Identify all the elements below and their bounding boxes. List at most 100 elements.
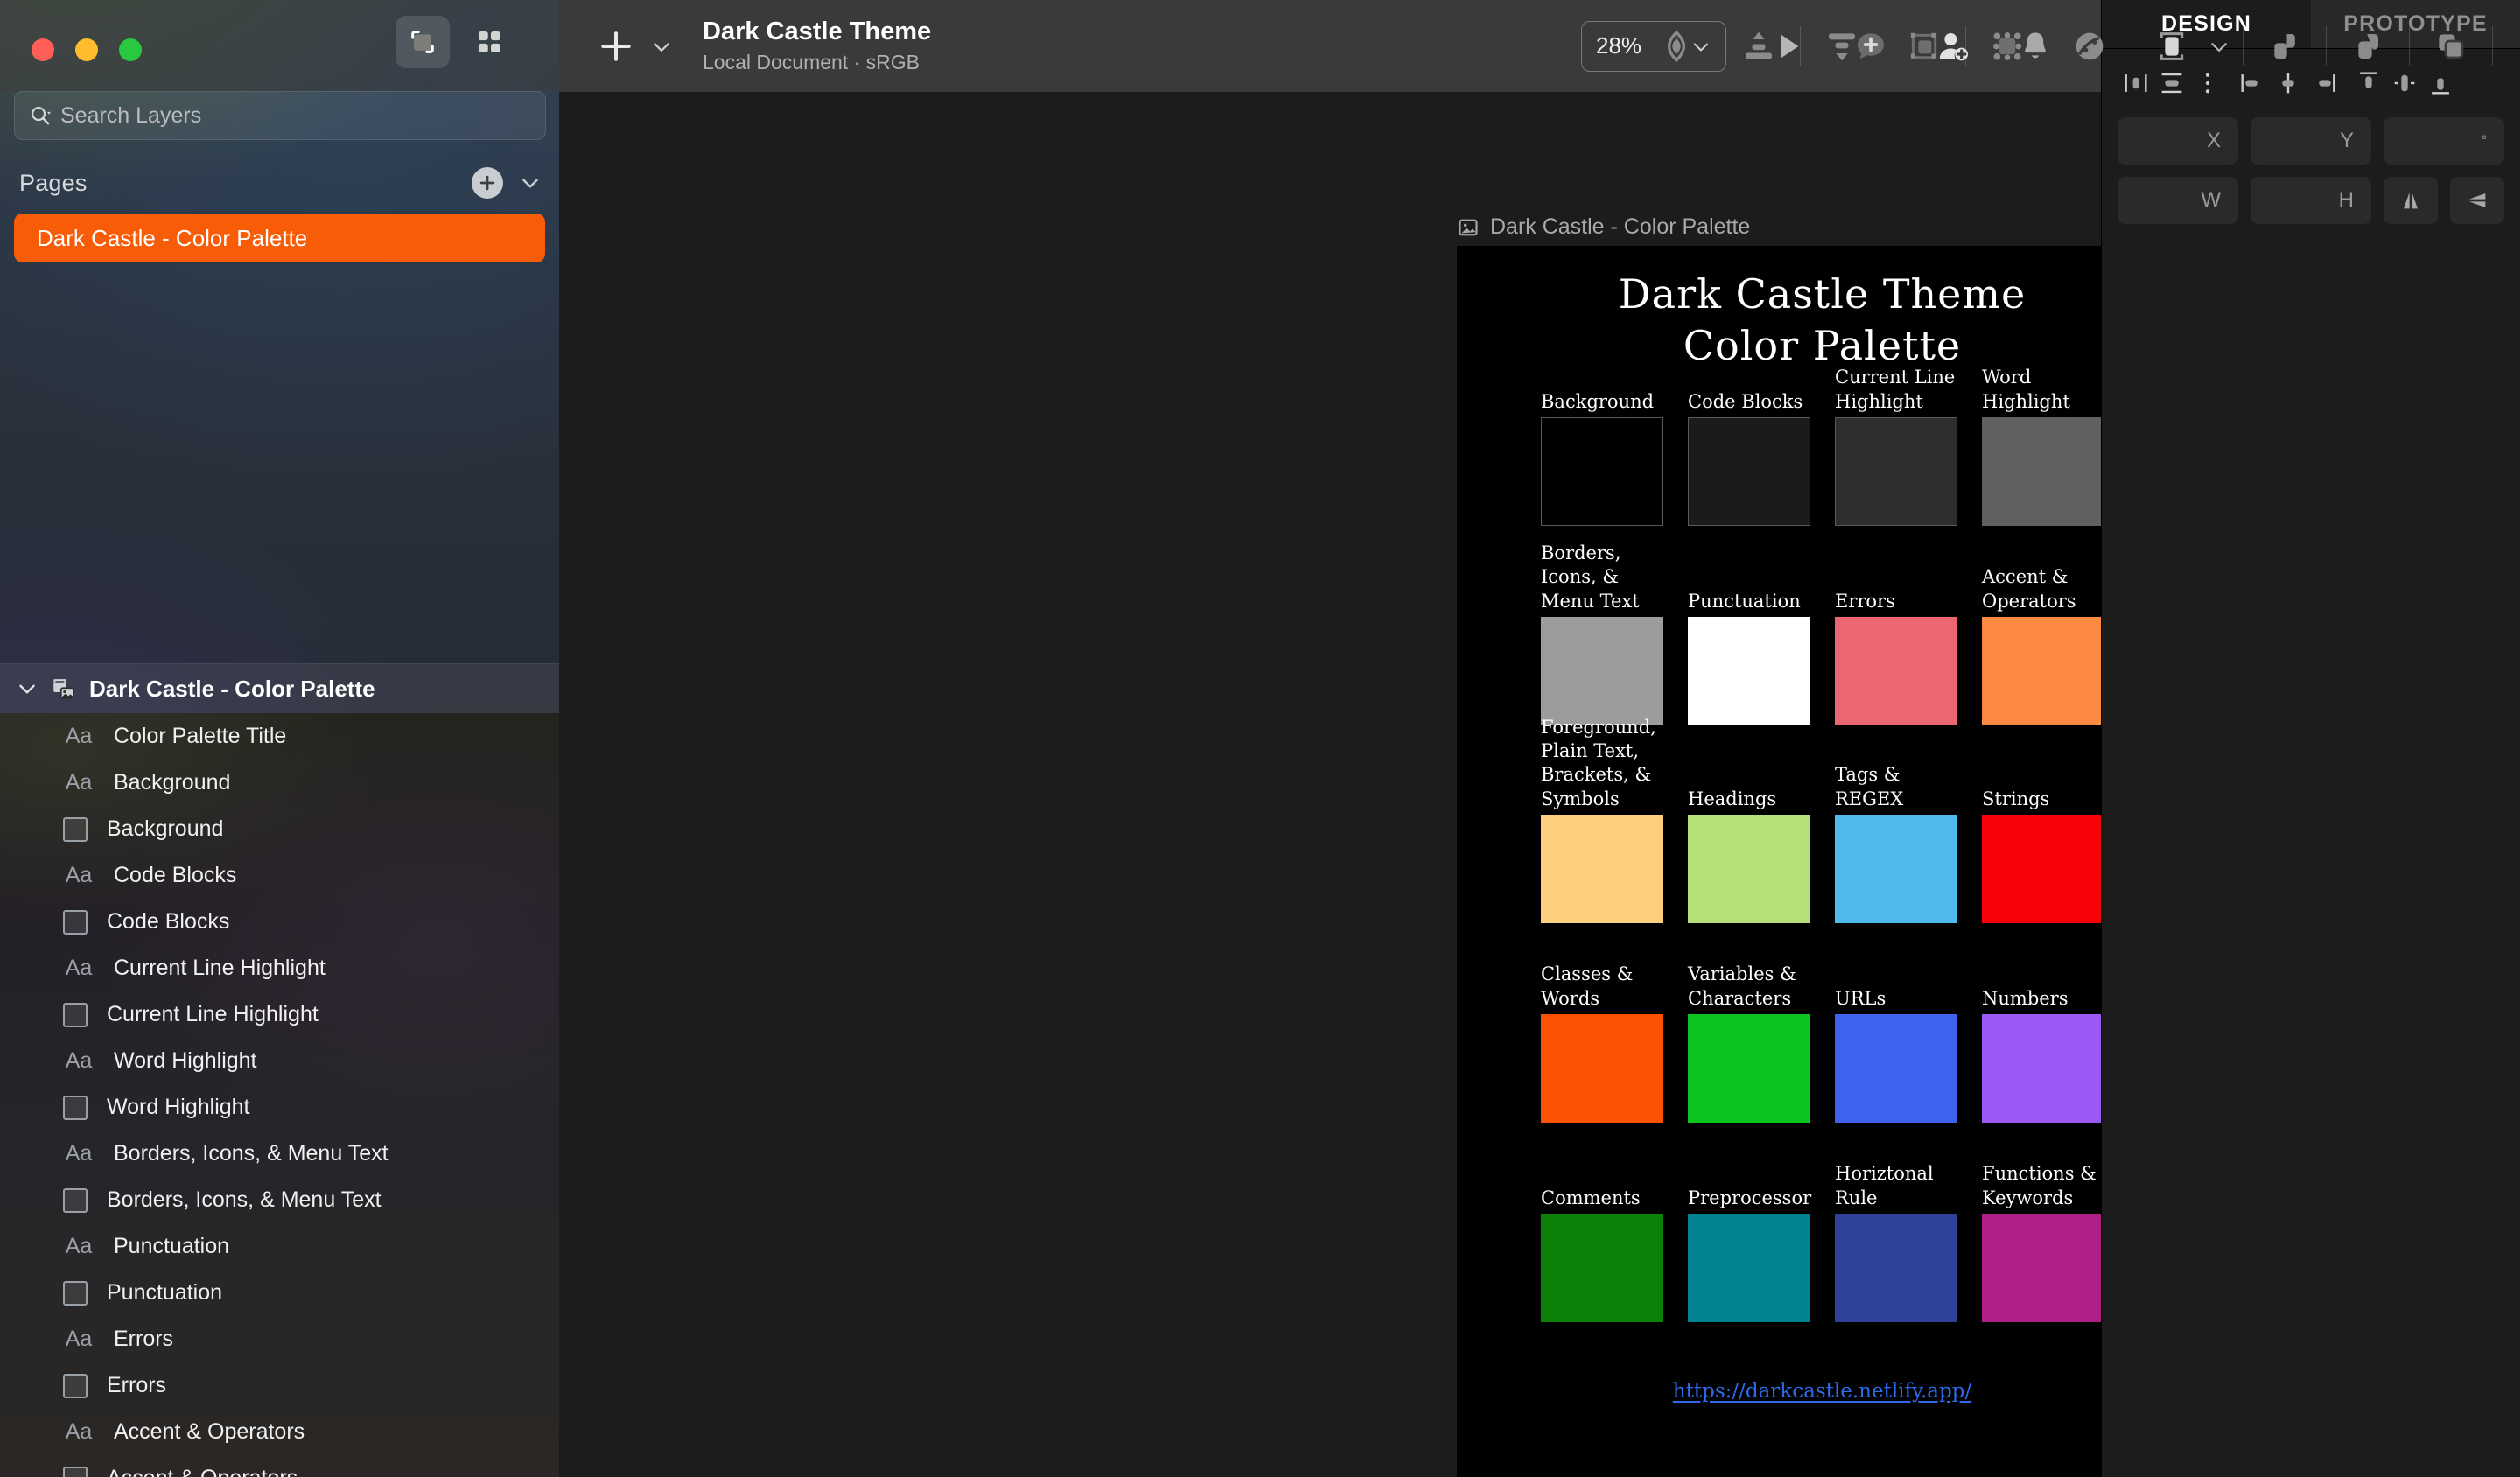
- plus-icon[interactable]: [598, 28, 634, 65]
- search-layers-container[interactable]: [14, 91, 546, 140]
- layer-row[interactable]: Aa Punctuation: [0, 1223, 559, 1270]
- swatch-color-chip[interactable]: [1982, 815, 2101, 923]
- swatch-cell[interactable]: Code Blocks: [1688, 390, 1810, 526]
- swatch-cell[interactable]: URLs: [1835, 987, 1957, 1123]
- layer-row[interactable]: Aa Accent & Operators: [0, 1409, 559, 1455]
- swatch-cell[interactable]: Headings: [1688, 788, 1810, 923]
- swatch-cell[interactable]: Numbers: [1982, 987, 2101, 1123]
- layer-row[interactable]: Aa Borders, Icons, & Menu Text: [0, 1130, 559, 1177]
- swatch-cell[interactable]: Background: [1541, 390, 1663, 526]
- swatch-color-chip[interactable]: [1982, 1214, 2101, 1322]
- zoom-window-button[interactable]: [119, 38, 142, 61]
- zoom-selector[interactable]: 28%: [1581, 20, 1726, 72]
- swatch-cell[interactable]: Word Highlight: [1982, 366, 2101, 526]
- swatch-color-chip[interactable]: [1688, 417, 1810, 526]
- swatch-cell[interactable]: Punctuation: [1688, 590, 1810, 725]
- layer-row[interactable]: Aa Background: [0, 760, 559, 806]
- rotation-field[interactable]: °: [2384, 117, 2504, 164]
- swatch-color-chip[interactable]: [1982, 417, 2101, 526]
- height-field[interactable]: H: [2250, 177, 2371, 224]
- chevron-down-icon[interactable]: [2208, 35, 2230, 58]
- grid-view-button[interactable]: [462, 16, 516, 68]
- artboard[interactable]: Dark Castle Theme Color Palette Backgrou…: [1457, 246, 2101, 1477]
- swatch-cell[interactable]: Borders, Icons, & Menu Text: [1541, 542, 1663, 725]
- layers-root-row[interactable]: Dark Castle - Color Palette: [0, 664, 559, 713]
- swatch-color-chip[interactable]: [1835, 617, 1957, 725]
- layer-row[interactable]: Errors: [0, 1362, 559, 1409]
- flip-vertical-button[interactable]: [2450, 177, 2504, 224]
- swatch-color-chip[interactable]: [1835, 417, 1957, 526]
- layer-row[interactable]: Background: [0, 806, 559, 852]
- swatch-color-chip[interactable]: [1835, 1014, 1957, 1123]
- make-symbol-button[interactable]: [2145, 19, 2199, 74]
- layer-row[interactable]: Word Highlight: [0, 1084, 559, 1130]
- preview-button[interactable]: [1761, 19, 1816, 74]
- swatch-cell[interactable]: Horiztonal Rule: [1835, 1162, 1957, 1322]
- layer-row[interactable]: Aa Current Line Highlight: [0, 945, 559, 991]
- swatch-cell[interactable]: Comments: [1541, 1186, 1663, 1322]
- minimize-window-button[interactable]: [75, 38, 98, 61]
- sidebar-view-toggle[interactable]: [396, 16, 516, 68]
- swatch-color-chip[interactable]: [1541, 1214, 1663, 1322]
- chevron-down-icon[interactable]: [519, 172, 542, 194]
- width-field[interactable]: W: [2118, 177, 2238, 224]
- close-window-button[interactable]: [32, 38, 54, 61]
- canvas[interactable]: Dark Castle - Color Palette Dark Castle …: [559, 92, 2101, 1477]
- ungroup-button[interactable]: [2424, 19, 2478, 74]
- swatch-color-chip[interactable]: [1688, 815, 1810, 923]
- mask-button[interactable]: [2258, 19, 2312, 74]
- chevron-down-icon[interactable]: [650, 35, 673, 58]
- layer-row[interactable]: Borders, Icons, & Menu Text: [0, 1177, 559, 1223]
- layer-row[interactable]: Aa Word Highlight: [0, 1038, 559, 1084]
- search-box[interactable]: [14, 91, 546, 140]
- layer-row[interactable]: Code Blocks: [0, 899, 559, 945]
- page-item-dark-castle-color-palette[interactable]: Dark Castle - Color Palette: [14, 214, 545, 262]
- swatch-color-chip[interactable]: [1541, 1014, 1663, 1123]
- swatch-cell[interactable]: Variables & Characters: [1688, 962, 1810, 1123]
- layer-row[interactable]: Aa Color Palette Title: [0, 713, 559, 760]
- swatch-color-chip[interactable]: [1835, 815, 1957, 923]
- document-title-group[interactable]: Dark Castle Theme Local Document · sRGB: [703, 18, 931, 74]
- artboard-name-label[interactable]: Dark Castle - Color Palette: [1457, 214, 1750, 240]
- swatch-cell[interactable]: Classes & Words: [1541, 962, 1663, 1123]
- chevron-down-icon[interactable]: [16, 677, 38, 700]
- layer-row[interactable]: Aa Errors: [0, 1316, 559, 1362]
- search-input[interactable]: [60, 102, 531, 129]
- swatch-cell[interactable]: Strings: [1982, 788, 2101, 923]
- swatch-cell[interactable]: Errors: [1835, 590, 1957, 725]
- chevron-down-icon[interactable]: [1690, 36, 1712, 57]
- add-page-button[interactable]: [472, 167, 503, 199]
- flip-horizontal-button[interactable]: [2384, 177, 2438, 224]
- add-comment-button[interactable]: [1844, 19, 1898, 74]
- layer-row[interactable]: Punctuation: [0, 1270, 559, 1316]
- swatch-color-chip[interactable]: [1541, 417, 1663, 526]
- layer-row[interactable]: Current Line Highlight: [0, 991, 559, 1038]
- swatch-cell[interactable]: Accent & Operators: [1982, 565, 2101, 725]
- swatch-cell[interactable]: Preprocessor: [1688, 1186, 1811, 1322]
- components-button[interactable]: [2507, 19, 2520, 74]
- swatch-cell[interactable]: Tags & REGEX: [1835, 763, 1957, 923]
- swatch-color-chip[interactable]: [1982, 617, 2101, 725]
- swatch-color-chip[interactable]: [1688, 1014, 1810, 1123]
- group-button[interactable]: [2341, 19, 2395, 74]
- artboard-url-link[interactable]: https://darkcastle.netlify.app/: [1457, 1380, 2101, 1403]
- invite-button[interactable]: [1926, 19, 1980, 74]
- notifications-button[interactable]: [2008, 19, 2062, 74]
- window-traffic-lights[interactable]: [32, 38, 142, 61]
- swatch-color-chip[interactable]: [1541, 617, 1663, 725]
- artboard-view-button[interactable]: [396, 16, 450, 68]
- swatch-cell[interactable]: Foreground, Plain Text, Brackets, & Symb…: [1541, 716, 1663, 923]
- swatch-color-chip[interactable]: [1541, 815, 1663, 923]
- insert-group[interactable]: [598, 28, 673, 65]
- swatch-color-chip[interactable]: [1982, 1014, 2101, 1123]
- swatch-color-chip[interactable]: [1688, 617, 1810, 725]
- y-field[interactable]: Y: [2250, 117, 2371, 164]
- layer-row[interactable]: Aa Code Blocks: [0, 852, 559, 899]
- swatch-color-chip[interactable]: [1688, 1214, 1810, 1322]
- x-field[interactable]: X: [2118, 117, 2238, 164]
- swatch-color-chip[interactable]: [1835, 1214, 1957, 1322]
- swatch-cell[interactable]: Current Line Highlight: [1835, 366, 1957, 526]
- right-inspector: DESIGN PROTOTYPE X Y ° W H: [2101, 0, 2520, 1477]
- swatch-cell[interactable]: Functions & Keywords: [1982, 1162, 2101, 1322]
- layer-row[interactable]: Accent & Operators: [0, 1455, 559, 1477]
